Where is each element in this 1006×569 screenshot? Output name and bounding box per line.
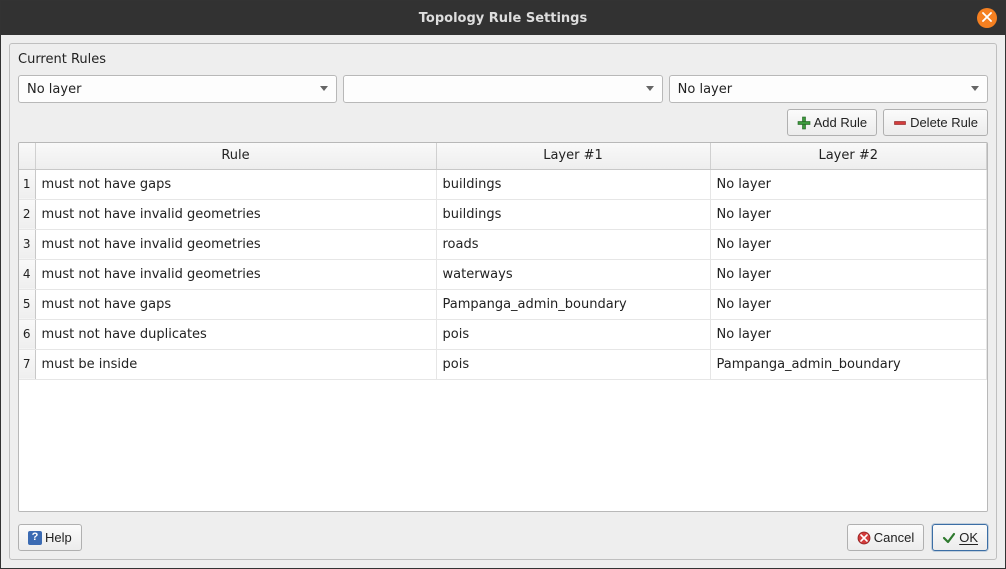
row-number-header — [19, 143, 35, 169]
help-button[interactable]: ? Help — [18, 524, 82, 551]
row-number-cell: 7 — [19, 349, 35, 379]
layer1-cell[interactable]: buildings — [436, 169, 710, 199]
rules-table[interactable]: Rule Layer #1 Layer #2 1must not have ga… — [19, 143, 987, 380]
dialog-window: Topology Rule Settings Current Rules No … — [0, 0, 1006, 569]
dropdown-arrow-icon — [646, 85, 654, 93]
cancel-label: Cancel — [874, 530, 914, 545]
layer1-combo-text: No layer — [27, 82, 81, 97]
window-close-button[interactable] — [977, 8, 997, 28]
dropdown-arrow-icon — [320, 85, 328, 93]
add-rule-button[interactable]: Add Rule — [787, 109, 877, 136]
dialog-content: Current Rules No layer No layer — [1, 35, 1005, 568]
plus-icon — [797, 116, 811, 130]
minus-icon — [893, 116, 907, 130]
help-label: Help — [45, 530, 72, 545]
rule-cell[interactable]: must not have gaps — [35, 289, 436, 319]
row-number-cell: 1 — [19, 169, 35, 199]
table-row[interactable]: 3must not have invalid geometriesroadsNo… — [19, 229, 987, 259]
row-number-cell: 6 — [19, 319, 35, 349]
layer2-cell[interactable]: No layer — [710, 319, 987, 349]
table-row[interactable]: 1must not have gapsbuildingsNo layer — [19, 169, 987, 199]
cancel-button[interactable]: Cancel — [847, 524, 924, 551]
table-row[interactable]: 4must not have invalid geometrieswaterwa… — [19, 259, 987, 289]
layer2-cell[interactable]: No layer — [710, 289, 987, 319]
row-number-cell: 4 — [19, 259, 35, 289]
layer1-cell[interactable]: Pampanga_admin_boundary — [436, 289, 710, 319]
layer1-cell[interactable]: roads — [436, 229, 710, 259]
layer2-cell[interactable]: Pampanga_admin_boundary — [710, 349, 987, 379]
ok-button[interactable]: OK — [932, 524, 988, 551]
ok-label: OK — [959, 530, 978, 545]
row-number-cell: 3 — [19, 229, 35, 259]
rule-cell[interactable]: must not have invalid geometries — [35, 259, 436, 289]
layer1-combo[interactable]: No layer — [18, 75, 337, 103]
window-title: Topology Rule Settings — [419, 11, 587, 26]
rule-cell[interactable]: must not have invalid geometries — [35, 199, 436, 229]
rule-cell[interactable]: must be inside — [35, 349, 436, 379]
main-panel: Current Rules No layer No layer — [9, 43, 997, 560]
row-number-cell: 5 — [19, 289, 35, 319]
row-number-cell: 2 — [19, 199, 35, 229]
layer2-cell[interactable]: No layer — [710, 259, 987, 289]
cancel-icon — [857, 531, 871, 545]
rule-action-row: Add Rule Delete Rule — [18, 109, 988, 136]
current-rules-label: Current Rules — [18, 52, 988, 67]
layer2-combo-text: No layer — [678, 82, 732, 97]
layer2-cell[interactable]: No layer — [710, 229, 987, 259]
rule-cell[interactable]: must not have duplicates — [35, 319, 436, 349]
table-header-row: Rule Layer #1 Layer #2 — [19, 143, 987, 169]
layer1-cell[interactable]: pois — [436, 319, 710, 349]
rule-combo[interactable] — [343, 75, 662, 103]
delete-rule-label: Delete Rule — [910, 115, 978, 130]
table-row[interactable]: 7must be insidepoisPampanga_admin_bounda… — [19, 349, 987, 379]
layer2-cell[interactable]: No layer — [710, 199, 987, 229]
rule-cell[interactable]: must not have invalid geometries — [35, 229, 436, 259]
titlebar: Topology Rule Settings — [1, 1, 1005, 35]
layer1-column-header[interactable]: Layer #1 — [436, 143, 710, 169]
rule-cell[interactable]: must not have gaps — [35, 169, 436, 199]
rule-column-header[interactable]: Rule — [35, 143, 436, 169]
table-row[interactable]: 2must not have invalid geometriesbuildin… — [19, 199, 987, 229]
rules-table-container: Rule Layer #1 Layer #2 1must not have ga… — [18, 142, 988, 512]
layer1-cell[interactable]: waterways — [436, 259, 710, 289]
ok-icon — [942, 531, 956, 545]
add-rule-label: Add Rule — [814, 115, 867, 130]
table-empty-area — [19, 380, 987, 512]
delete-rule-button[interactable]: Delete Rule — [883, 109, 988, 136]
rule-selector-row: No layer No layer — [18, 75, 988, 103]
close-icon — [982, 11, 992, 26]
help-icon: ? — [28, 531, 42, 545]
footer-left: ? Help — [18, 524, 82, 551]
layer2-combo[interactable]: No layer — [669, 75, 988, 103]
layer1-cell[interactable]: pois — [436, 349, 710, 379]
layer2-cell[interactable]: No layer — [710, 169, 987, 199]
footer-right: Cancel OK — [847, 524, 988, 551]
dialog-footer: ? Help Cancel — [18, 524, 988, 551]
table-row[interactable]: 6must not have duplicatespoisNo layer — [19, 319, 987, 349]
layer2-column-header[interactable]: Layer #2 — [710, 143, 987, 169]
dropdown-arrow-icon — [971, 85, 979, 93]
layer1-cell[interactable]: buildings — [436, 199, 710, 229]
table-row[interactable]: 5must not have gapsPampanga_admin_bounda… — [19, 289, 987, 319]
